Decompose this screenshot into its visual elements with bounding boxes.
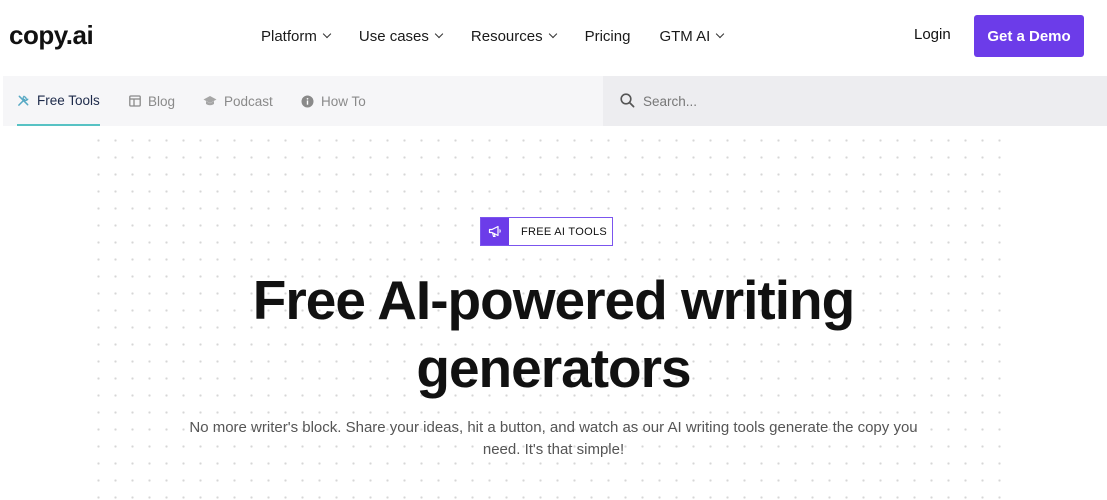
nav-pricing[interactable]: Pricing: [585, 28, 631, 45]
main-nav: Platform Use cases Resources Pricing GTM…: [261, 24, 752, 48]
nav-resources[interactable]: Resources: [470, 27, 557, 45]
free-ai-tools-badge: FREE AI TOOLS: [480, 217, 613, 246]
tab-how-to[interactable]: How To: [301, 76, 366, 126]
search-bar: [603, 76, 1107, 126]
nav-gtm-ai-label: GTM AI: [659, 27, 711, 45]
hero-title: Free AI-powered writing generators: [150, 266, 957, 402]
badge-label: FREE AI TOOLS: [521, 225, 608, 238]
nav-platform[interactable]: Platform: [261, 27, 332, 45]
hero-subtitle-line-2: need. It's that simple!: [482, 441, 625, 458]
hero-subtitle: No more writer's block. Share your ideas…: [150, 417, 957, 461]
chevron-down-icon: [322, 29, 332, 39]
tab-blog-label: Blog: [148, 93, 176, 109]
nav-platform-label: Platform: [261, 27, 317, 45]
nav-pricing-label: Pricing: [584, 27, 631, 45]
top-navigation: copy.ai Platform Use cases Resources Pri…: [0, 0, 1107, 72]
tab-free-tools[interactable]: Free Tools: [17, 76, 100, 126]
resource-subnav: Free Tools Blog Podcast How To: [3, 76, 603, 126]
copyai-logo[interactable]: copy.ai: [9, 17, 94, 53]
tab-podcast-label: Podcast: [224, 93, 273, 109]
tab-podcast[interactable]: Podcast: [203, 76, 273, 126]
nav-use-cases-label: Use cases: [358, 27, 429, 45]
megaphone-icon: [481, 218, 509, 245]
chevron-down-icon: [716, 29, 725, 39]
tools-icon: [18, 94, 29, 106]
tab-blog[interactable]: Blog: [129, 76, 175, 126]
graduation-cap-icon: [203, 96, 217, 106]
search-input[interactable]: [643, 89, 1083, 113]
hero-title-line-1: Free AI-powered writing: [252, 269, 855, 331]
hero-subtitle-line-1: No more writer's block. Share your ideas…: [189, 419, 918, 436]
nav-use-cases[interactable]: Use cases: [358, 27, 444, 45]
login-link[interactable]: Login: [914, 26, 951, 43]
info-circle-icon: [301, 95, 314, 107]
hero-title-line-2: generators: [416, 337, 691, 399]
chevron-down-icon: [434, 29, 444, 39]
chevron-down-icon: [548, 29, 557, 39]
tab-free-tools-label: Free Tools: [37, 92, 100, 108]
blog-icon: [129, 95, 141, 107]
get-a-demo-button[interactable]: Get a Demo: [974, 15, 1084, 57]
nav-resources-label: Resources: [470, 27, 543, 45]
nav-gtm-ai[interactable]: GTM AI: [659, 27, 725, 45]
tab-how-to-label: How To: [321, 93, 366, 109]
search-icon: [620, 93, 635, 108]
